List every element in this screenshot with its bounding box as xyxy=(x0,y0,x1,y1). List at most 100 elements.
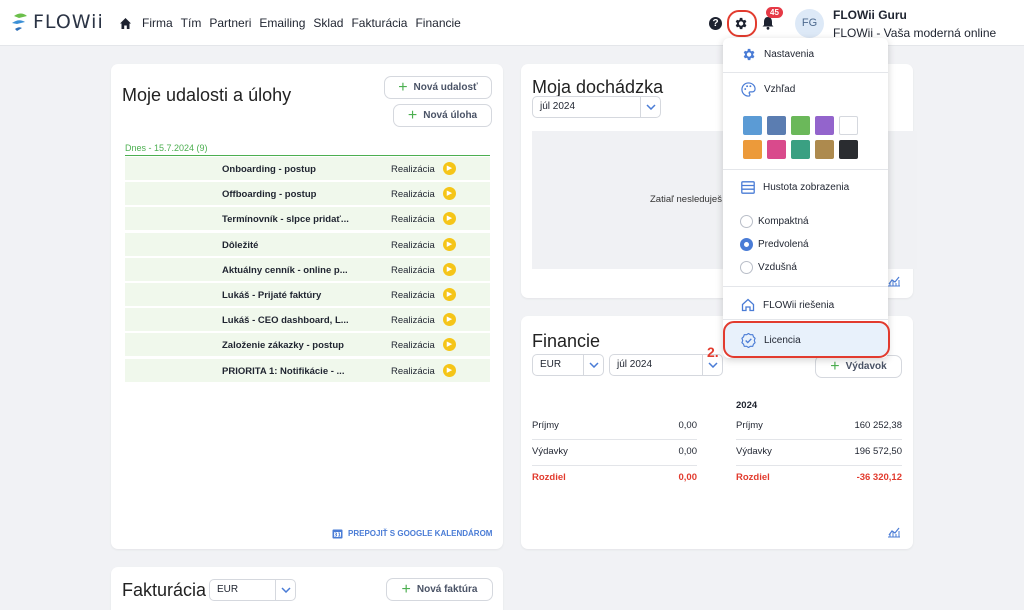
play-icon[interactable]: ▶ xyxy=(443,162,456,175)
color-swatch[interactable] xyxy=(767,140,786,159)
plus-icon: + xyxy=(407,106,418,124)
play-icon[interactable]: ▶ xyxy=(443,262,456,276)
finance-month-select[interactable]: júl 2024 xyxy=(609,354,723,376)
add-expense-button[interactable]: + Výdavok xyxy=(815,355,902,378)
event-name: Založenie zákazky - postup xyxy=(222,340,344,352)
finance-month-value: júl 2024 xyxy=(617,359,653,370)
nav-item-sklad[interactable]: Sklad xyxy=(313,16,343,30)
menu-item-settings[interactable]: Nastavenia xyxy=(741,47,814,62)
new-task-label: Nová úloha xyxy=(423,110,478,121)
home-icon xyxy=(741,298,755,312)
invoicing-currency-select[interactable]: EUR xyxy=(209,579,296,601)
chevron-down-icon xyxy=(275,580,295,600)
menu-item-license[interactable]: Licencia xyxy=(723,321,890,358)
nav-item-firma[interactable]: Firma xyxy=(142,16,173,30)
event-row[interactable]: Dôležité Realizácia ▶ xyxy=(125,232,490,257)
event-status: Realizácia xyxy=(391,340,435,352)
finance-right-value: -36 320,12 xyxy=(856,472,902,483)
home-icon[interactable] xyxy=(119,17,132,30)
event-name: Termínovník - slpce pridať... xyxy=(222,214,349,226)
color-swatch[interactable] xyxy=(815,140,834,159)
density-option-compact[interactable]: Kompaktná xyxy=(740,215,809,228)
event-name: Dôležité xyxy=(222,239,259,251)
google-calendar-link[interactable]: 31 PREPOJIŤ S GOOGLE KALENDÁROM xyxy=(332,528,492,539)
chevron-down-icon xyxy=(583,355,603,375)
event-row[interactable]: Aktuálny cenník - online p... Realizácia ▶ xyxy=(125,257,490,282)
calendar-icon: 31 xyxy=(332,529,343,539)
new-event-button[interactable]: + Nová udalosť xyxy=(384,76,492,99)
color-swatch[interactable] xyxy=(791,116,810,135)
attendance-empty-text: Zatiaľ nesleduješ s xyxy=(650,194,730,205)
event-row[interactable]: Onboarding - postup Realizácia ▶ xyxy=(125,157,490,181)
brand-name: FLOWii xyxy=(33,11,104,33)
play-icon[interactable]: ▶ xyxy=(443,212,456,226)
color-swatch[interactable] xyxy=(743,116,762,135)
density-option-airy[interactable]: Vzdušná xyxy=(740,261,797,274)
play-icon[interactable]: ▶ xyxy=(443,338,456,352)
play-icon[interactable]: ▶ xyxy=(443,187,456,201)
menu-divider xyxy=(723,286,888,287)
plus-icon: + xyxy=(401,580,411,598)
event-status: Realizácia xyxy=(391,290,435,301)
color-swatch[interactable] xyxy=(839,140,858,159)
color-swatch[interactable] xyxy=(791,140,810,159)
nav-item-partneri[interactable]: Partneri xyxy=(209,16,251,30)
event-status: Realizácia xyxy=(391,315,435,327)
add-expense-label: Výdavok xyxy=(845,361,887,372)
help-icon[interactable]: ? xyxy=(709,17,722,30)
menu-item-solutions[interactable]: FLOWii riešenia xyxy=(741,298,834,312)
event-row[interactable]: PRIORITA 1: Notifikácie - ... Realizácia ▶ xyxy=(125,358,490,383)
event-row[interactable]: Lukáš - CEO dashboard, L... Realizácia ▶ xyxy=(125,308,490,333)
event-status: Realizácia xyxy=(391,365,435,377)
radio-icon xyxy=(740,215,753,228)
new-invoice-button[interactable]: + Nová faktúra xyxy=(386,578,493,601)
play-icon[interactable]: ▶ xyxy=(443,363,456,377)
palette-icon xyxy=(741,82,756,97)
main-nav: Firma Tím Partneri Emailing Sklad Faktur… xyxy=(119,16,469,30)
menu-divider xyxy=(723,319,888,320)
density-option-default[interactable]: Predvolená xyxy=(740,238,809,251)
chart-icon[interactable] xyxy=(887,526,901,538)
finance-currency-select[interactable]: EUR xyxy=(532,354,604,376)
license-row: Licencia xyxy=(741,333,801,348)
event-row[interactable]: Termínovník - slpce pridať... Realizácia ▶ xyxy=(125,207,490,232)
chevron-down-icon xyxy=(640,97,660,117)
today-label: Dnes - 15.7.2024 (9) xyxy=(125,143,208,153)
nav-item-fakturacia[interactable]: Fakturácia xyxy=(351,16,407,30)
event-row[interactable]: Lukáš - Prijaté faktúry Realizácia ▶ xyxy=(125,283,490,307)
color-swatch[interactable] xyxy=(743,140,762,159)
play-icon[interactable]: ▶ xyxy=(443,313,456,327)
finance-divider xyxy=(736,465,902,466)
play-icon[interactable]: ▶ xyxy=(443,237,456,251)
notification-badge: 45 xyxy=(766,7,783,18)
user-name[interactable]: FLOWii Guru xyxy=(833,8,907,22)
google-calendar-label: PREPOJIŤ S GOOGLE KALENDÁROM xyxy=(348,529,493,538)
new-task-button[interactable]: + Nová úloha xyxy=(393,104,492,127)
nav-item-financie[interactable]: Financie xyxy=(415,16,460,30)
events-title: Moje udalosti a úlohy xyxy=(122,85,292,105)
menu-item-appearance: Vzhľad xyxy=(741,82,795,97)
menu-item-density: Hustota zobrazenia xyxy=(741,181,849,194)
new-event-label: Nová udalosť xyxy=(413,82,478,93)
attendance-month-select[interactable]: júl 2024 xyxy=(532,96,661,118)
color-swatch[interactable] xyxy=(815,116,834,135)
menu-divider xyxy=(723,72,888,73)
bell-icon[interactable] xyxy=(762,16,774,33)
event-row[interactable]: Založenie zákazky - postup Realizácia ▶ xyxy=(125,333,490,358)
event-name: Lukáš - CEO dashboard, L... xyxy=(222,315,349,327)
nav-item-tim[interactable]: Tím xyxy=(181,16,202,30)
invoicing-card: Fakturácia EUR + Nová faktúra xyxy=(111,567,503,610)
menu-divider xyxy=(723,169,888,170)
gear-icon[interactable] xyxy=(733,16,748,34)
chart-icon[interactable] xyxy=(887,275,901,287)
nav-item-emailing[interactable]: Emailing xyxy=(259,16,305,30)
event-name: Onboarding - postup xyxy=(222,164,316,175)
finance-left-value: 0,00 xyxy=(678,472,698,483)
event-row[interactable]: Offboarding - postup Realizácia ▶ xyxy=(125,182,490,207)
event-name: Aktuálny cenník - online p... xyxy=(222,264,348,276)
color-swatch[interactable] xyxy=(767,116,786,135)
logo[interactable]: FLOWii xyxy=(10,11,104,33)
play-icon[interactable]: ▶ xyxy=(443,288,456,301)
color-swatch[interactable] xyxy=(839,116,858,135)
avatar[interactable]: FG xyxy=(795,9,824,38)
